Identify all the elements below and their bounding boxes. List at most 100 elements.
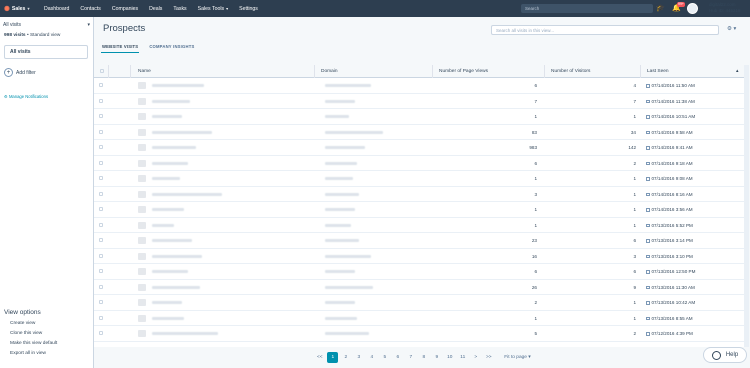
tab-website-visits[interactable]: WEBSITE VISITS xyxy=(101,44,140,53)
table-row[interactable]: 5 2 07/12/2016 4:39 PM xyxy=(94,326,744,342)
domain-redacted[interactable] xyxy=(325,208,355,211)
nav-item[interactable]: Settings xyxy=(239,6,258,12)
table-row[interactable]: 1 1 07/14/2016 3:56 AM xyxy=(94,202,744,218)
account-menu[interactable]: digital22.com Hub ID: 445218 xyxy=(709,2,741,13)
row-checkbox[interactable] xyxy=(99,253,103,258)
table-row[interactable]: 16 3 07/13/2016 3:10 PM xyxy=(94,249,744,264)
page-button[interactable]: 9 xyxy=(431,352,442,363)
row-checkbox[interactable] xyxy=(99,160,103,165)
page-next-button[interactable]: > xyxy=(470,352,481,363)
page-last-button[interactable]: >> xyxy=(483,352,494,363)
table-row[interactable]: 1 1 07/14/2016 9:08 AM xyxy=(94,171,744,187)
column-header-domain[interactable]: Domain xyxy=(321,69,338,74)
domain-redacted[interactable] xyxy=(325,254,371,258)
page-button[interactable]: 1 xyxy=(327,352,339,363)
nav-item[interactable]: Contacts xyxy=(80,6,100,12)
row-checkbox[interactable] xyxy=(99,114,103,118)
company-name-redacted[interactable] xyxy=(152,239,192,242)
row-checkbox[interactable] xyxy=(99,207,103,211)
table-row[interactable]: 26 9 07/13/2016 11:30 AM xyxy=(94,280,744,295)
company-name-redacted[interactable] xyxy=(152,146,196,149)
page-button[interactable]: 6 xyxy=(392,352,403,363)
page-button[interactable]: 8 xyxy=(418,352,429,363)
help-button[interactable]: Help xyxy=(703,347,747,363)
company-name-redacted[interactable] xyxy=(152,99,190,103)
table-row[interactable]: 1 1 07/13/2016 8:55 AM xyxy=(94,311,744,326)
page-button[interactable]: 11 xyxy=(457,352,468,363)
table-row[interactable]: 6 6 07/13/2016 12:50 PM xyxy=(94,264,744,280)
company-name-redacted[interactable] xyxy=(152,270,188,273)
company-name-redacted[interactable] xyxy=(152,84,204,87)
domain-redacted[interactable] xyxy=(325,177,353,180)
clone-view-link[interactable]: Clone this view xyxy=(10,331,57,336)
row-checkbox[interactable] xyxy=(99,315,103,320)
row-checkbox[interactable] xyxy=(99,331,103,335)
company-name-redacted[interactable] xyxy=(152,223,174,227)
table-row[interactable]: 1 1 07/14/2016 10:51 AM xyxy=(94,109,744,125)
company-name-redacted[interactable] xyxy=(152,254,202,258)
settings-gear-button[interactable]: ⚙ ▾ xyxy=(727,26,736,32)
company-name-redacted[interactable] xyxy=(152,301,182,304)
table-row[interactable]: 83 34 07/14/2016 9:58 AM xyxy=(94,125,744,140)
company-name-redacted[interactable] xyxy=(152,316,184,320)
page-button[interactable]: 5 xyxy=(379,352,390,363)
row-checkbox[interactable] xyxy=(99,269,103,273)
domain-redacted[interactable] xyxy=(325,115,349,118)
row-checkbox[interactable] xyxy=(99,145,103,149)
row-checkbox[interactable] xyxy=(99,176,103,180)
manage-notifications-link[interactable]: ⚙ Manage Notifications xyxy=(4,94,48,99)
company-name-redacted[interactable] xyxy=(152,332,218,335)
domain-redacted[interactable] xyxy=(325,223,351,227)
domain-redacted[interactable] xyxy=(325,146,365,149)
table-row[interactable]: 2 1 07/13/2016 10:42 AM xyxy=(94,295,744,311)
nav-item[interactable]: Deals xyxy=(149,6,162,12)
column-header-visitors[interactable]: Number of Visitors xyxy=(551,69,590,74)
column-header-last-seen[interactable]: Last Seen xyxy=(647,69,669,74)
domain-redacted[interactable] xyxy=(325,332,369,335)
domain-redacted[interactable] xyxy=(325,239,359,242)
sort-caret-icon[interactable]: ▴ xyxy=(736,69,738,74)
company-name-redacted[interactable] xyxy=(152,177,180,180)
table-row[interactable]: 983 142 07/14/2016 9:41 AM xyxy=(94,140,744,156)
row-checkbox[interactable] xyxy=(99,83,103,87)
domain-redacted[interactable] xyxy=(325,285,373,289)
company-name-redacted[interactable] xyxy=(152,161,188,165)
make-default-link[interactable]: Make this view default xyxy=(10,341,57,346)
export-link[interactable]: Export all in view xyxy=(10,351,57,356)
domain-redacted[interactable] xyxy=(325,161,357,165)
company-name-redacted[interactable] xyxy=(152,192,222,196)
row-checkbox[interactable] xyxy=(99,129,103,134)
row-checkbox[interactable] xyxy=(99,222,103,227)
brand-menu[interactable]: ✺ Sales ▾ xyxy=(0,5,44,13)
per-page-select[interactable]: Fit to page ▾ xyxy=(504,355,530,360)
row-checkbox[interactable] xyxy=(99,284,103,289)
row-checkbox[interactable] xyxy=(99,238,103,242)
page-button[interactable]: 2 xyxy=(340,352,351,363)
table-row[interactable]: 6 4 07/14/2016 11:50 AM xyxy=(94,78,744,94)
add-filter-button[interactable]: + Add filter xyxy=(4,68,36,77)
table-row[interactable]: 3 1 07/14/2016 8:16 AM xyxy=(94,187,744,202)
company-name-redacted[interactable] xyxy=(152,115,182,118)
domain-redacted[interactable] xyxy=(325,84,371,87)
nav-item[interactable]: Dashboard xyxy=(44,6,69,12)
table-row[interactable]: 1 1 07/13/2016 5:52 PM xyxy=(94,218,744,233)
domain-redacted[interactable] xyxy=(325,301,355,304)
domain-redacted[interactable] xyxy=(325,192,359,196)
company-name-redacted[interactable] xyxy=(152,285,200,289)
column-header-name[interactable]: Name xyxy=(138,69,151,74)
active-view-card[interactable]: All visits xyxy=(4,45,88,59)
row-checkbox[interactable] xyxy=(99,98,103,103)
nav-item[interactable]: Companies xyxy=(112,6,138,12)
avatar[interactable] xyxy=(687,3,698,14)
row-checkbox[interactable] xyxy=(99,300,103,304)
nav-item[interactable]: Tasks xyxy=(173,6,186,12)
select-all-checkbox[interactable] xyxy=(100,69,104,73)
table-scrollbar[interactable] xyxy=(744,65,749,347)
company-name-redacted[interactable] xyxy=(152,208,184,211)
page-button[interactable]: 4 xyxy=(366,352,377,363)
table-row[interactable]: 6 2 07/14/2016 9:18 AM xyxy=(94,156,744,171)
page-button[interactable]: 10 xyxy=(444,352,455,363)
create-view-link[interactable]: Create view xyxy=(10,321,57,326)
domain-redacted[interactable] xyxy=(325,270,355,273)
page-first-button[interactable]: << xyxy=(314,352,325,363)
